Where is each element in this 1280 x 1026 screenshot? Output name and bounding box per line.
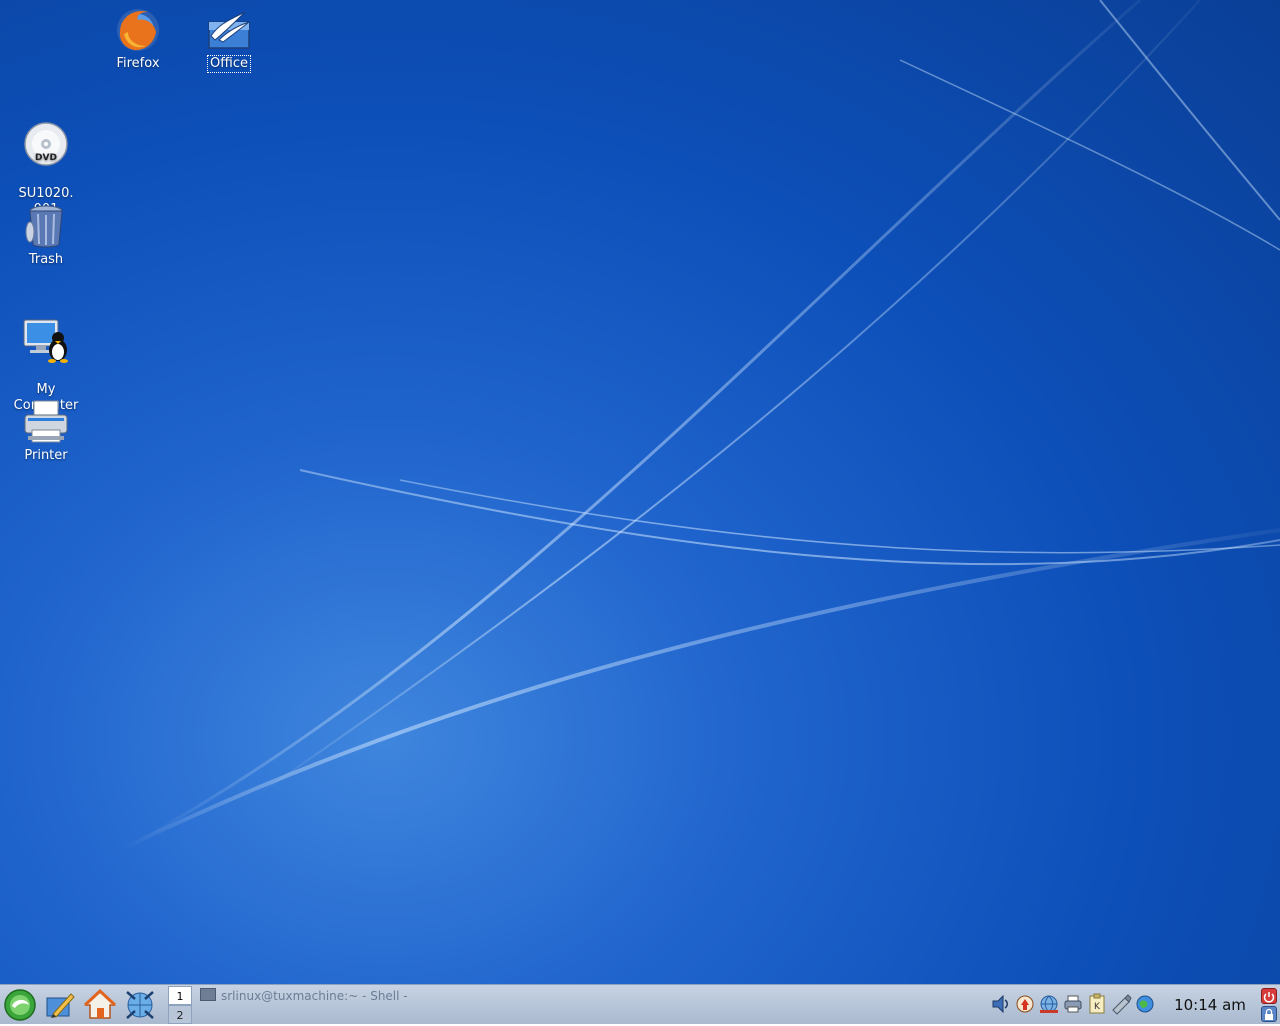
pager-desktop-1[interactable]: 1 xyxy=(168,986,192,1005)
office-icon xyxy=(208,11,250,49)
network-icon[interactable] xyxy=(1038,993,1060,1015)
desktop-icon-label: Printer xyxy=(24,448,68,463)
desktop-icon-firefox[interactable]: Firefox xyxy=(96,6,180,72)
taskbar: 1 2 srlinux@tuxmachine:~ - Shell - K 10:… xyxy=(0,984,1280,1024)
task-title: srlinux@tuxmachine:~ - Shell - xyxy=(221,989,408,1003)
desktop-icon-my-computer[interactable]: My Computer xyxy=(4,300,88,414)
system-tray: K xyxy=(990,993,1156,1017)
desktop-icon-printer[interactable]: Printer xyxy=(4,398,88,464)
firefox-icon xyxy=(117,9,159,51)
lock-screen-button[interactable] xyxy=(1261,1006,1277,1022)
trash-icon xyxy=(25,205,63,248)
update-icon[interactable] xyxy=(1014,993,1036,1015)
desktop-icon-dvd[interactable]: DVD SU1020. 001 xyxy=(4,104,88,218)
logout-button[interactable] xyxy=(1261,988,1277,1004)
menu-icon[interactable] xyxy=(3,988,37,1022)
svg-text:DVD: DVD xyxy=(35,153,57,163)
clock[interactable]: 10:14 am xyxy=(1170,985,1250,1025)
pager-desktop-2[interactable]: 2 xyxy=(168,1005,192,1024)
desktop-icon-label: Firefox xyxy=(116,56,160,71)
wallpaper-swoosh xyxy=(119,0,1280,852)
desktop-pager: 1 2 xyxy=(168,986,192,1024)
dvd-icon: DVD xyxy=(24,122,68,166)
power-icon xyxy=(1263,992,1275,1003)
edit-icon[interactable] xyxy=(43,988,77,1022)
home-icon[interactable] xyxy=(83,988,117,1022)
speaker-icon[interactable] xyxy=(990,993,1012,1015)
browser-icon[interactable] xyxy=(123,988,157,1022)
lock-icon xyxy=(1265,1008,1273,1020)
desktop-icon-label: Trash xyxy=(28,252,64,267)
desktop-icon-label: Office xyxy=(207,55,251,73)
printer-icon xyxy=(24,400,68,443)
terminal-icon xyxy=(200,988,216,1001)
globe-icon[interactable] xyxy=(1134,993,1156,1015)
desktop[interactable]: Firefox Office DVD SU1020. 001 Trash xyxy=(0,0,1280,984)
taskbar-item-shell[interactable]: srlinux@tuxmachine:~ - Shell - xyxy=(200,987,408,1005)
computer-icon xyxy=(23,319,68,363)
printer-tray-icon[interactable] xyxy=(1062,993,1084,1015)
desktop-icon-office[interactable]: Office xyxy=(187,6,271,73)
klipper-icon[interactable]: K xyxy=(1086,993,1108,1015)
desktop-icon-trash[interactable]: Trash xyxy=(4,202,88,268)
usb-icon[interactable] xyxy=(1110,993,1132,1015)
